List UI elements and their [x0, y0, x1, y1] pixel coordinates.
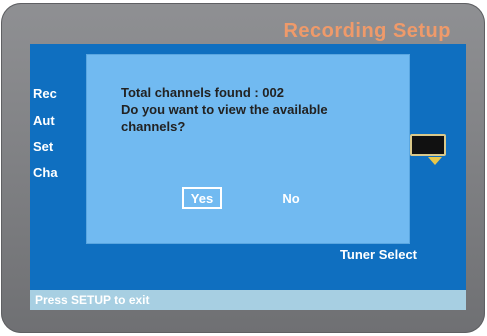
menu-item-rec[interactable]: Rec — [33, 86, 57, 101]
dialog-question: Do you want to view the available — [121, 102, 328, 117]
status-text: Press SETUP to exit — [35, 293, 150, 307]
dialog-channels-found: Total channels found : 002 — [121, 85, 285, 100]
tuner-select-label: Tuner Select — [339, 247, 417, 262]
channels-dialog: Total channels found : 002 Do you want t… — [86, 54, 410, 244]
menu-item-set[interactable]: Set — [33, 139, 53, 154]
value-select-box[interactable] — [410, 134, 446, 156]
menu-item-cha[interactable]: Cha — [33, 165, 58, 180]
dropdown-arrow-icon[interactable] — [428, 157, 442, 165]
page-title: Recording Setup — [283, 20, 451, 42]
menu-item-aut[interactable]: Aut — [33, 113, 55, 128]
status-bar: Press SETUP to exit — [30, 290, 466, 310]
dialog-question-cont: channels? — [121, 119, 186, 134]
yes-button[interactable]: Yes — [182, 187, 222, 209]
no-button[interactable]: No — [277, 187, 305, 209]
